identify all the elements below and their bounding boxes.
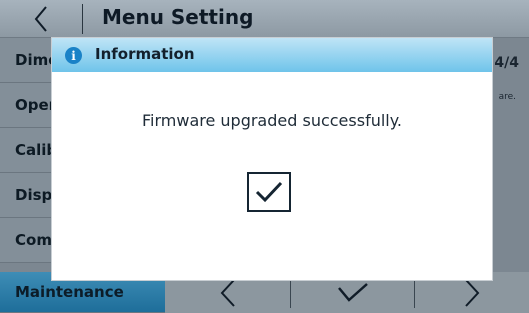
screen: Menu Setting Dimensions Operation Calibr…: [0, 0, 529, 313]
chevron-left-icon: [34, 6, 47, 32]
sidebar-item-label: Maintenance: [15, 283, 124, 301]
page-title: Menu Setting: [102, 5, 254, 29]
checkmark-icon: [337, 282, 368, 302]
header-divider: [82, 4, 83, 34]
description-text: are.: [498, 92, 516, 102]
header-bar: Menu Setting: [0, 0, 529, 38]
chevron-right-icon: [465, 278, 480, 307]
dialog-title: Information: [95, 45, 195, 63]
chevron-left-icon: [220, 278, 235, 307]
page-indicator: 4/4: [494, 55, 519, 71]
ok-button[interactable]: [247, 172, 291, 212]
info-icon: i: [65, 47, 82, 64]
information-dialog: i Information Firmware upgraded successf…: [52, 38, 492, 280]
dialog-message: Firmware upgraded successfully.: [141, 111, 402, 130]
checkmark-icon: [255, 181, 283, 203]
dialog-header: i Information: [52, 38, 492, 72]
back-button[interactable]: [12, 2, 82, 36]
